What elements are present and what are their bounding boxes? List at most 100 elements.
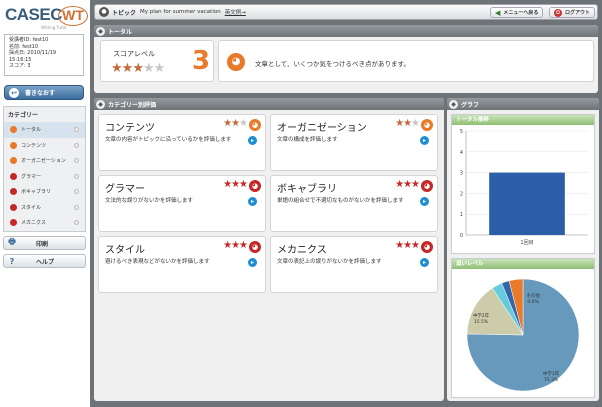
print-label: 印刷: [36, 240, 49, 248]
logo-text: CASEC: [5, 5, 63, 24]
bird-icon: ◕: [249, 180, 261, 192]
graph-panel: ◆ グラフ トータル推移 0 1 2 3 4 5 1回目 追いレベル 中学1年 75.3% 中学…: [447, 98, 599, 401]
topic-icon: ●: [99, 7, 109, 17]
sidebar-item[interactable]: トータル: [4, 122, 85, 138]
pie-label: 75.3%: [544, 377, 559, 383]
category-bullet-icon: [10, 203, 17, 211]
sidebar-item[interactable]: コンテンツ: [4, 138, 85, 154]
detail-arrow-icon[interactable]: ▸: [420, 136, 429, 145]
sidebar-item-label: コンテンツ: [21, 142, 47, 149]
star-filled-icon: ★: [403, 240, 412, 251]
logo-badge: WT: [58, 6, 88, 26]
bird-icon: ◕: [249, 119, 261, 131]
star-filled-icon: ★: [395, 179, 404, 190]
sidebar-item[interactable]: スタイル: [4, 200, 85, 216]
category-title: カテゴリー: [8, 112, 39, 119]
sidebar-item-label: ボキャブラリ: [21, 189, 52, 196]
bird-icon: ◕: [227, 53, 245, 71]
sidebar-item[interactable]: メカニクス: [4, 215, 85, 231]
sidebar-item[interactable]: グラマー: [4, 169, 85, 185]
star-empty-icon: ★: [239, 118, 248, 129]
category-card: コンテンツ ★★★ ◕ 文章の内容がトピックに沿っているかを評価します ▸: [98, 114, 266, 171]
star-filled-icon: ★: [223, 240, 232, 251]
category-card-desc: 単語の組合せで不適切なものがないかを評価します: [277, 198, 404, 204]
printer-icon: 🖶: [8, 237, 16, 246]
radio-dot-icon: [74, 220, 79, 226]
logout-button[interactable]: ⏻ ログアウト: [549, 7, 596, 18]
pie-label: 4.0%: [527, 299, 539, 305]
star-filled-icon: ★: [121, 61, 134, 76]
y-tick-label: 0: [460, 233, 463, 239]
level-chart-title: 追いレベル: [452, 259, 594, 269]
star-filled-icon: ★: [111, 61, 123, 76]
star-filled-icon: ★: [395, 240, 404, 251]
star-filled-icon: ★: [411, 240, 420, 251]
y-tick-label: 3: [460, 171, 463, 177]
graph-panel-header: ◆ グラフ: [447, 98, 599, 110]
print-button[interactable]: 🖶 印刷: [3, 236, 86, 250]
category-card: スタイル ★★★ ◕ 避けるべき表現などがないかを評価します ▸: [98, 236, 266, 293]
help-button[interactable]: ? ヘルプ: [3, 254, 86, 268]
trend-chart-title: トータル推移: [452, 115, 594, 125]
category-bullet-icon: [10, 126, 17, 134]
category-bullet-icon: [10, 157, 17, 165]
star-filled-icon: ★: [239, 179, 248, 190]
comment-card: ◕ 文章として、いくつか気をつけるべき点があります。: [218, 40, 594, 82]
category-bullet-icon: [10, 219, 17, 227]
sidebar-item-label: オーガニゼーション: [21, 158, 66, 165]
radio-dot-icon: [74, 158, 79, 164]
radio-dot-icon: [74, 204, 79, 210]
level-pie-chart: 中学1年75.3% 中学2年15.5% その他4.0%: [466, 278, 580, 392]
topic-text: My plan for summer vacation: [140, 9, 221, 15]
category-icon: ◆: [96, 99, 105, 109]
main-area: ● トピック My plan for summer vacation 英文例→ …: [90, 0, 602, 407]
redo-button[interactable]: ↩ 書きなおす: [4, 85, 84, 100]
sidebar: CASEC WT Writing Tutor 受講者ID: fest10 名前:…: [0, 0, 90, 407]
detail-arrow-icon[interactable]: ▸: [420, 258, 429, 267]
category-card-desc: 文章の表記上の誤りがないかを評価します: [277, 259, 382, 265]
category-card-name: グラマー: [105, 184, 145, 195]
bar: [489, 172, 565, 235]
detail-arrow-icon[interactable]: ▸: [248, 197, 257, 206]
bird-icon: ◕: [421, 119, 433, 131]
score-stars: ★★★★★: [111, 61, 165, 76]
star-filled-icon: ★: [132, 61, 144, 76]
logout-label: ログアウト: [565, 10, 591, 16]
category-bullet-icon: [10, 141, 17, 149]
menu-button-label: メニューへ戻る: [503, 10, 539, 16]
star-filled-icon: ★: [223, 118, 232, 129]
back-arrow-icon: ◀: [495, 8, 501, 17]
category-card-name: スタイル: [105, 245, 145, 256]
top-bar: ● トピック My plan for summer vacation 英文例→ …: [94, 4, 598, 20]
score-card: スコアレベル ★★★★★ 3: [100, 40, 214, 82]
category-card-desc: 文法的な誤りがないかを評価します: [105, 198, 194, 204]
sample-link[interactable]: 英文例→: [225, 8, 246, 16]
detail-arrow-icon[interactable]: ▸: [248, 258, 257, 267]
menu-button[interactable]: ◀ メニューへ戻る: [490, 7, 544, 18]
bird-icon: ◕: [249, 241, 261, 253]
category-card-name: メカニクス: [277, 245, 327, 256]
app: CASEC WT Writing Tutor 受講者ID: fest10 名前:…: [0, 0, 602, 407]
detail-arrow-icon[interactable]: ▸: [248, 136, 257, 145]
category-stars: ★★★: [395, 240, 420, 251]
sidebar-item[interactable]: オーガニゼーション: [4, 153, 85, 169]
star-filled-icon: ★: [403, 179, 412, 190]
category-card: オーガニゼーション ★★★ ◕ 文章の構成を評価します ▸: [270, 114, 438, 171]
graph-panel-title: グラフ: [461, 101, 480, 109]
category-stars: ★★★: [223, 240, 248, 251]
topic-label: トピック: [112, 9, 137, 17]
star-filled-icon: ★: [395, 118, 404, 129]
sidebar-item[interactable]: ボキャブラリ: [4, 184, 85, 200]
sidebar-item-label: グラマー: [21, 173, 42, 180]
category-card-name: コンテンツ: [105, 123, 155, 134]
category-panel: ◆ カテゴリー別評価 コンテンツ ★★★ ◕ 文章の内容がトピックに沿っているかを評価…: [94, 98, 444, 401]
radio-dot-icon: [74, 142, 79, 148]
category-bullet-icon: [10, 172, 17, 180]
detail-arrow-icon[interactable]: ▸: [420, 197, 429, 206]
sidebar-item-label: メカニクス: [21, 220, 46, 227]
category-panel-header: ◆ カテゴリー別評価: [94, 98, 444, 110]
logout-icon: ⏻: [554, 8, 562, 17]
star-filled-icon: ★: [411, 179, 420, 190]
help-label: ヘルプ: [36, 258, 55, 266]
total-comment: 文章として、いくつか気をつけるべき点があります。: [255, 60, 410, 68]
